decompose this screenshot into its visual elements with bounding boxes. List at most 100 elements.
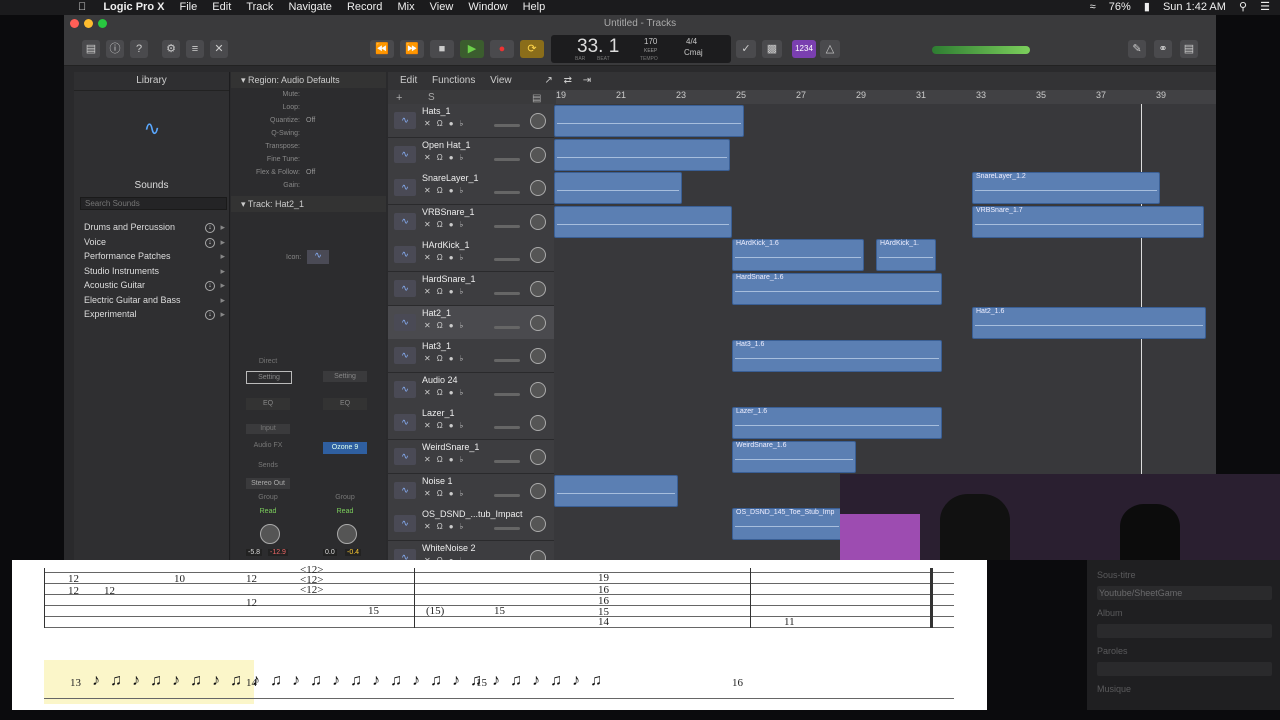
- track-volume-fader[interactable]: [494, 224, 520, 228]
- record-enable-icon[interactable]: ●: [449, 354, 460, 363]
- input-monitor-icon[interactable]: ♭: [460, 287, 470, 296]
- track-pan-knob[interactable]: [530, 146, 546, 163]
- track-header[interactable]: ∿ Hat2_1 ✕Ω●♭: [388, 305, 554, 340]
- strip2-automation-read[interactable]: Read: [323, 508, 367, 518]
- input-monitor-icon[interactable]: ♭: [460, 253, 470, 262]
- mute-icon[interactable]: ✕: [424, 421, 437, 430]
- download-icon[interactable]: ↓: [205, 223, 215, 233]
- menu-view[interactable]: View: [424, 0, 460, 15]
- track-volume-fader[interactable]: [494, 527, 520, 531]
- track-pan-knob[interactable]: [530, 482, 546, 499]
- track-volume-fader[interactable]: [494, 292, 520, 295]
- audio-region[interactable]: HArdKick_1.: [876, 239, 936, 272]
- track-pan-knob[interactable]: [530, 314, 546, 331]
- track-name[interactable]: Lazer_1: [422, 408, 455, 418]
- track-header[interactable]: ∿ VRBSnare_1 ✕Ω●♭: [388, 204, 554, 239]
- fast-forward-button[interactable]: ⏩: [400, 40, 424, 58]
- headphones-icon[interactable]: Ω: [437, 119, 449, 128]
- headphones-icon[interactable]: Ω: [437, 287, 449, 296]
- library-item-studio[interactable]: Studio Instruments ▸: [74, 264, 229, 279]
- menu-navigate[interactable]: Navigate: [282, 0, 337, 15]
- library-item-acoustic-guitar[interactable]: Acoustic Guitar ↓ ▸: [74, 278, 229, 293]
- headphones-icon[interactable]: Ω: [437, 321, 449, 330]
- notification-center-icon[interactable]: ☰: [1260, 1, 1270, 13]
- track-volume-fader[interactable]: [494, 124, 520, 127]
- library-item-voice[interactable]: Voice ↓ ▸: [74, 235, 229, 250]
- track-header[interactable]: ∿ Hats_1 ✕Ω●♭: [388, 104, 554, 138]
- headphones-icon[interactable]: Ω: [437, 153, 449, 162]
- score-field-box[interactable]: [1097, 662, 1272, 676]
- headphones-icon[interactable]: Ω: [437, 522, 449, 531]
- input-monitor-icon[interactable]: ♭: [460, 321, 470, 330]
- input-monitor-icon[interactable]: ♭: [460, 388, 470, 397]
- lcd-display[interactable]: 33. 1 BAR BEAT 170 KEEP TEMPO 4/4 Cmaj: [551, 35, 731, 63]
- audio-region[interactable]: [554, 138, 730, 171]
- track-name[interactable]: VRBSnare_1: [422, 207, 475, 217]
- input-monitor-icon[interactable]: ♭: [460, 522, 470, 531]
- track-volume-fader[interactable]: [494, 493, 520, 497]
- track-list-icon[interactable]: ▤: [532, 93, 541, 104]
- input-monitor-icon[interactable]: ♭: [460, 153, 470, 162]
- audio-region[interactable]: OS_DSND_145_Toe_Stub_Imp: [732, 508, 842, 541]
- inspector-row[interactable]: Q-Swing:: [231, 127, 386, 140]
- track-pan-knob[interactable]: [530, 449, 546, 465]
- apple-icon[interactable]: : [0, 0, 94, 15]
- audio-region[interactable]: Hat2_1.6: [972, 306, 1206, 339]
- search-icon[interactable]: ⚲: [1239, 1, 1247, 13]
- inspector-row[interactable]: Gain:: [231, 179, 386, 192]
- audio-region[interactable]: VRBSnare_1.7: [972, 205, 1204, 238]
- track-header[interactable]: ∿ Lazer_1 ✕Ω●♭: [388, 406, 554, 441]
- strip2-ozone-plugin[interactable]: Ozone 9: [323, 442, 367, 454]
- strip-group-label[interactable]: Group: [246, 494, 290, 504]
- mute-icon[interactable]: ✕: [424, 220, 437, 229]
- inspector-row[interactable]: Mute:: [231, 88, 386, 101]
- menu-track[interactable]: Track: [240, 0, 279, 15]
- record-enable-icon[interactable]: ●: [449, 455, 460, 464]
- battery-text[interactable]: 76%: [1109, 1, 1131, 13]
- strip-pan-knob[interactable]: [260, 524, 280, 544]
- headphones-icon[interactable]: Ω: [437, 388, 449, 397]
- audio-region[interactable]: [554, 105, 744, 137]
- list-editors-icon[interactable]: ✎: [1128, 40, 1146, 58]
- track-header[interactable]: ∿ Open Hat_1 ✕Ω●♭: [388, 137, 554, 172]
- menu-help[interactable]: Help: [517, 0, 552, 15]
- smart-controls-icon[interactable]: ≡: [186, 40, 204, 58]
- track-name[interactable]: HArdKick_1: [422, 240, 470, 250]
- strip2-pan-knob[interactable]: [337, 524, 357, 544]
- replace-button[interactable]: ✓: [736, 40, 756, 58]
- headphones-icon[interactable]: Ω: [437, 421, 449, 430]
- inspector-row[interactable]: Transpose:: [231, 140, 386, 153]
- track-pan-knob[interactable]: [530, 516, 546, 533]
- track-pan-knob[interactable]: [530, 381, 546, 398]
- headphones-icon[interactable]: Ω: [437, 354, 449, 363]
- track-volume-fader[interactable]: [494, 359, 520, 363]
- record-enable-icon[interactable]: ●: [449, 522, 460, 531]
- battery-icon[interactable]: ▮: [1144, 1, 1150, 13]
- count-in-button[interactable]: 1234: [792, 40, 816, 58]
- track-name[interactable]: Audio 24: [422, 375, 458, 385]
- strip-setting-button[interactable]: Setting: [246, 371, 292, 384]
- menu-file[interactable]: File: [174, 0, 204, 15]
- library-toggle-icon[interactable]: ▤: [82, 40, 100, 58]
- toolbar-toggle-icon[interactable]: ⚙: [162, 40, 180, 58]
- audio-region[interactable]: SnareLayer_1.2: [972, 172, 1160, 205]
- rewind-button[interactable]: ⏪: [370, 40, 394, 58]
- strip-output-button[interactable]: Stereo Out: [246, 478, 290, 489]
- record-enable-icon[interactable]: ●: [449, 153, 460, 162]
- bar-ruler[interactable]: 19 21 23 25 27 29 31 33 35 37 39: [556, 90, 1216, 105]
- mute-icon[interactable]: ✕: [424, 455, 437, 464]
- flex-tool-icon[interactable]: ⇄: [564, 72, 572, 90]
- download-icon[interactable]: ↓: [205, 281, 215, 291]
- inspector-row[interactable]: Loop:: [231, 101, 386, 114]
- pointer-tool-icon[interactable]: ↗: [544, 72, 552, 90]
- global-solo-icon[interactable]: S: [428, 92, 435, 103]
- cycle-button[interactable]: ⟳: [520, 40, 544, 58]
- close-window-button[interactable]: [70, 19, 79, 28]
- editors-icon[interactable]: ✕: [210, 40, 228, 58]
- library-item-performance[interactable]: Performance Patches ▸: [74, 249, 229, 264]
- track-pan-knob[interactable]: [530, 213, 546, 230]
- tracks-menu-functions[interactable]: Functions: [432, 72, 475, 90]
- stop-button[interactable]: ■: [430, 40, 454, 58]
- track-name[interactable]: WhiteNoise 2: [422, 543, 476, 553]
- score-field-box[interactable]: [1097, 624, 1272, 638]
